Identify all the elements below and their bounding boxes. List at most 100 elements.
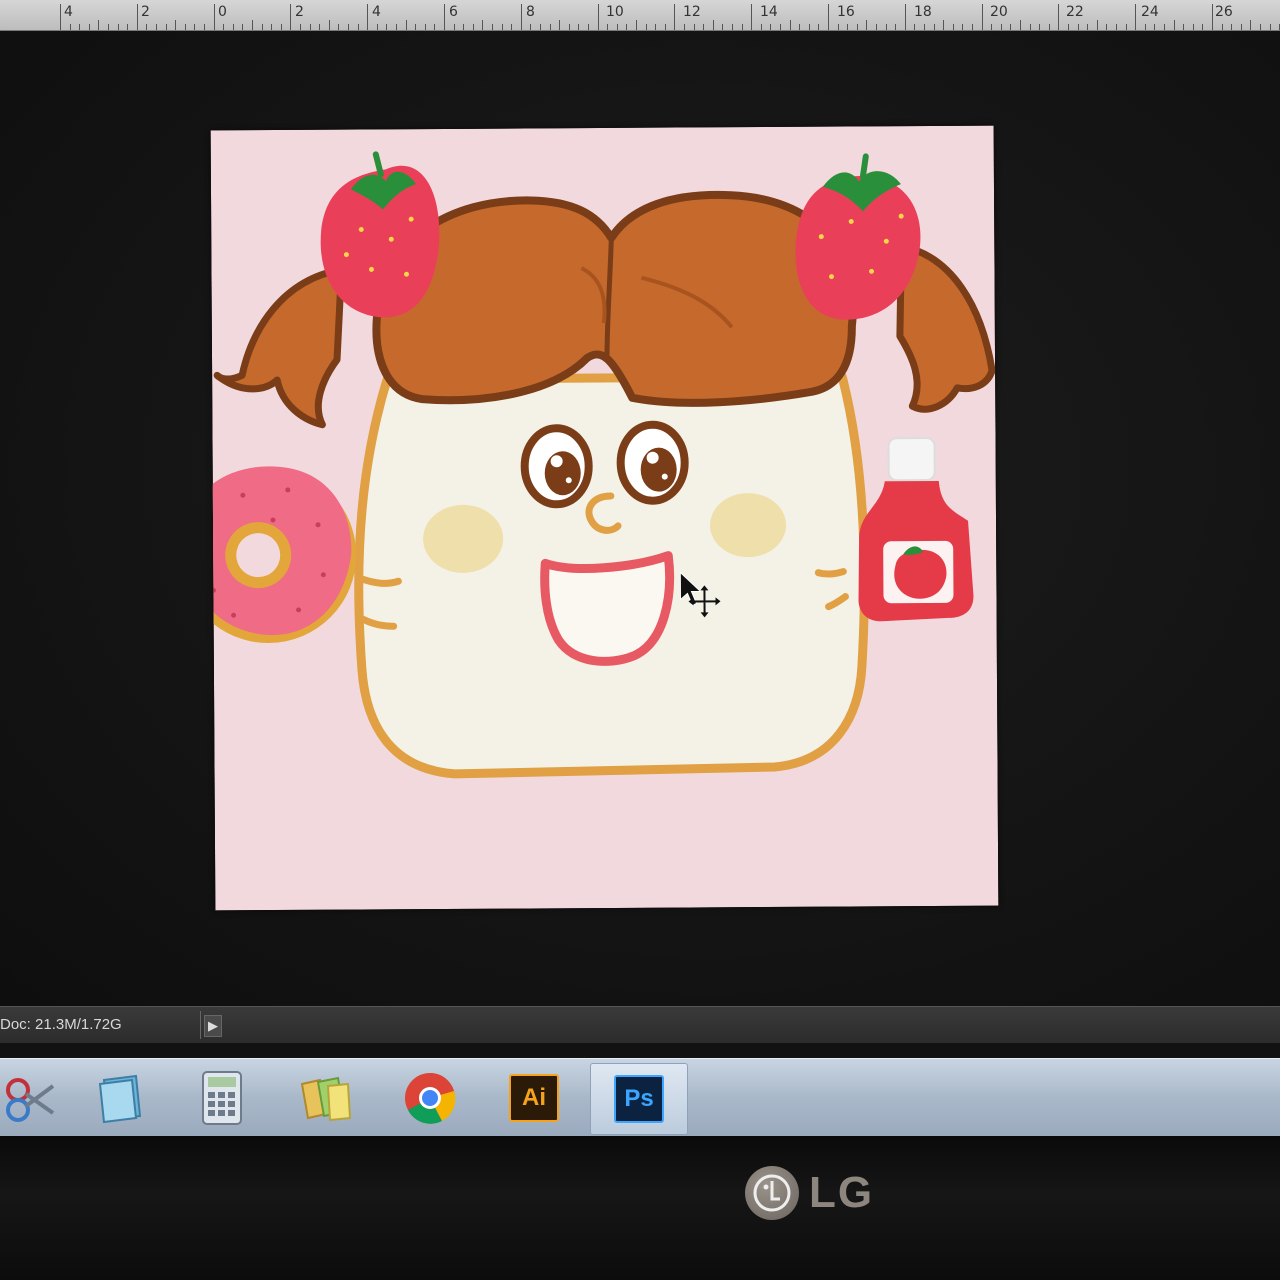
ruler-tick <box>866 20 868 30</box>
left-cheek-blush <box>423 504 504 573</box>
ruler-tick <box>1029 24 1031 30</box>
ruler-tick <box>348 24 349 30</box>
ruler-tick <box>328 20 330 30</box>
ruler-tick <box>424 24 426 30</box>
taskbar-adobe-illustrator[interactable]: Ai <box>486 1063 582 1133</box>
ruler-tick <box>1173 20 1175 30</box>
ruler-tick <box>319 24 321 30</box>
left-arm <box>359 575 402 587</box>
ruler-tick <box>492 24 493 30</box>
ruler-tick <box>981 4 983 30</box>
ruler-tick <box>530 24 532 30</box>
ruler-label: 16 <box>837 4 855 20</box>
ruler-tick <box>501 24 503 30</box>
taskbar-google-chrome[interactable] <box>382 1063 478 1133</box>
ruler-tick <box>1183 24 1185 30</box>
ruler-tick <box>799 24 801 30</box>
calculator-icon <box>202 1071 242 1125</box>
ruler-tick <box>732 24 733 30</box>
ruler-tick <box>117 24 119 30</box>
brand-text: LG <box>809 1168 875 1217</box>
ruler-tick <box>1221 24 1223 30</box>
ruler-tick <box>1039 24 1041 30</box>
ruler-tick <box>904 4 906 30</box>
ruler-tick <box>376 24 378 30</box>
ruler-tick <box>952 24 954 30</box>
right-cheek-blush <box>710 493 787 558</box>
ruler-tick <box>674 4 676 30</box>
ruler-tick <box>540 24 541 30</box>
ruler-tick <box>818 24 820 30</box>
taskbar-adobe-photoshop[interactable]: Ps <box>590 1063 688 1135</box>
ruler-tick <box>242 24 244 30</box>
ruler-tick <box>645 24 647 30</box>
ruler-tick <box>962 24 964 30</box>
ruler-tick <box>338 24 340 30</box>
ruler-tick <box>300 24 301 30</box>
ruler-tick <box>1087 24 1089 30</box>
ruler-label: 6 <box>449 4 458 20</box>
monitor-screen: 4 2 0 2 4 6 8 10 12 14 16 18 20 22 24 26 <box>0 0 1280 1280</box>
ruler-tick <box>98 20 100 30</box>
ruler-tick <box>309 24 311 30</box>
folders-icon <box>300 1076 352 1122</box>
ruler-tick <box>1144 24 1146 30</box>
ruler-tick <box>367 4 369 30</box>
ruler-tick <box>1068 24 1069 30</box>
ruler-tick <box>1077 24 1079 30</box>
taskbar-sticky-notes[interactable] <box>72 1063 168 1133</box>
ruler-tick <box>924 24 925 30</box>
ruler-tick <box>607 24 609 30</box>
ruler-tick <box>549 24 551 30</box>
document-workspace[interactable] <box>0 31 1280 1006</box>
ruler-tick <box>184 24 186 30</box>
ruler-tick <box>780 24 781 30</box>
lg-logo: LG <box>745 1166 874 1220</box>
ruler-tick <box>626 24 628 30</box>
scissors-icon <box>6 1078 55 1122</box>
ruler-tick <box>290 4 292 30</box>
ruler-tick <box>146 24 148 30</box>
ruler-tick <box>223 24 225 30</box>
ruler-tick <box>386 24 388 30</box>
ruler-tick <box>396 24 397 30</box>
left-eye <box>520 424 593 509</box>
ruler-tick <box>88 24 90 30</box>
ruler-tick <box>1106 24 1108 30</box>
taskbar-calculator[interactable] <box>174 1063 270 1133</box>
ruler-tick <box>1240 24 1242 30</box>
ruler-tick <box>693 24 695 30</box>
ruler-tick <box>876 24 877 30</box>
ruler-tick <box>463 24 465 30</box>
ruler-tick <box>1048 24 1050 30</box>
photoshop-icon: Ps <box>614 1075 664 1123</box>
ruler-tick <box>808 24 810 30</box>
ruler-tick <box>751 4 753 30</box>
document-size-info[interactable]: Doc: 21.3M/1.72G <box>0 1016 122 1033</box>
ruler-tick <box>60 4 61 30</box>
ruler-tick <box>136 4 138 30</box>
ruler-tick <box>741 24 743 30</box>
ruler-tick <box>69 24 71 30</box>
status-separator <box>200 1011 201 1039</box>
ruler-tick <box>1116 24 1117 30</box>
taskbar-windows-explorer[interactable] <box>278 1063 374 1133</box>
ruler-tick <box>511 24 513 30</box>
document-canvas[interactable] <box>210 125 999 911</box>
ruler-tick <box>1231 24 1233 30</box>
triangle-right-icon[interactable]: ▶ <box>204 1015 222 1037</box>
horizontal-ruler[interactable]: 4 2 0 2 4 6 8 10 12 14 16 18 20 22 24 26 <box>0 0 1280 31</box>
ruler-tick <box>837 24 839 30</box>
ruler-tick <box>156 24 157 30</box>
ruler-tick <box>271 24 273 30</box>
taskbar-snipping-tool[interactable] <box>0 1063 76 1133</box>
ruler-tick <box>175 20 177 30</box>
ruler-tick <box>664 24 666 30</box>
ruler-label: 2 <box>295 4 304 20</box>
ruler-tick <box>597 4 599 30</box>
ruler-tick <box>1000 24 1002 30</box>
ruler-label: 24 <box>1141 4 1159 20</box>
artwork-toast-girl <box>210 125 999 911</box>
ruler-tick <box>895 24 897 30</box>
ruler-tick <box>1096 20 1098 30</box>
